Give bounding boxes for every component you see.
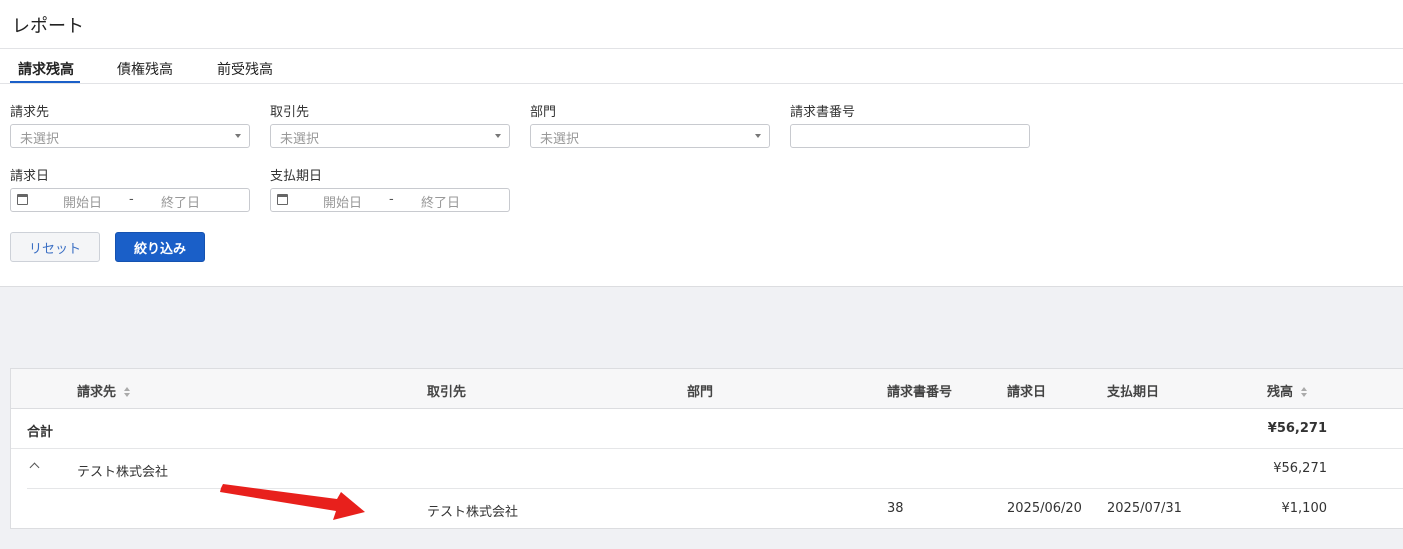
reset-button[interactable]: リセット <box>10 232 100 262</box>
billing-to-select[interactable]: 未選択 <box>10 124 250 148</box>
tab-bar: 請求残高 債権残高 前受残高 <box>0 49 1403 84</box>
due-date-range[interactable]: 開始日 - 終了日 <box>270 188 510 212</box>
sort-icon[interactable] <box>1301 387 1308 398</box>
calendar-icon <box>277 194 288 205</box>
active-tab-indicator <box>10 81 80 83</box>
total-balance: ¥56,271 <box>1267 421 1327 436</box>
filter-panel: レポート 請求残高 債権残高 前受残高 請求先 未選択 取引先 未選択 部門 未… <box>0 0 1403 287</box>
red-arrow-annotation <box>220 484 365 520</box>
due-date-label: 支払期日 <box>270 169 323 184</box>
date-separator: - <box>129 192 134 207</box>
row-partner: テスト株式会社 <box>427 505 519 520</box>
row-balance: ¥1,100 <box>1281 501 1328 516</box>
tab-advance-balance[interactable]: 前受残高 <box>217 59 273 79</box>
dropdown-caret-icon <box>235 134 241 138</box>
chevron-up-icon[interactable] <box>29 462 40 473</box>
calendar-icon <box>17 194 28 205</box>
row-invoice-number: 38 <box>887 501 904 516</box>
billing-to-value: 未選択 <box>20 132 60 147</box>
invoice-date-end[interactable]: 終了日 <box>161 192 200 211</box>
table-header: 請求先 取引先 部門 請求書番号 請求日 支払期日 残高 <box>11 369 1403 409</box>
dropdown-caret-icon <box>495 134 501 138</box>
partner-select[interactable]: 未選択 <box>270 124 510 148</box>
department-value: 未選択 <box>540 132 580 147</box>
invoice-date-label: 請求日 <box>10 169 50 184</box>
invoice-date-range[interactable]: 開始日 - 終了日 <box>10 188 250 212</box>
column-header-balance[interactable]: 残高 <box>1267 381 1308 400</box>
due-date-end[interactable]: 終了日 <box>421 192 460 211</box>
department-label: 部門 <box>530 105 557 120</box>
column-header-partner: 取引先 <box>427 385 467 400</box>
column-header-due-date: 支払期日 <box>1107 385 1160 400</box>
column-label: 請求先 <box>77 385 117 400</box>
column-label: 残高 <box>1267 385 1294 400</box>
invoice-number-input[interactable] <box>790 124 1030 148</box>
total-row: 合計 ¥56,271 <box>11 409 1403 449</box>
department-select[interactable]: 未選択 <box>530 124 770 148</box>
column-header-invoice-date: 請求日 <box>1007 385 1047 400</box>
group-balance: ¥56,271 <box>1273 461 1327 476</box>
filter-button[interactable]: 絞り込み <box>115 232 205 262</box>
invoice-number-label: 請求書番号 <box>790 105 856 120</box>
tab-receivable-balance[interactable]: 債権残高 <box>117 59 173 79</box>
row-due-date: 2025/07/31 <box>1107 501 1182 516</box>
invoice-date-start[interactable]: 開始日 <box>63 192 102 211</box>
row-invoice-date: 2025/06/20 <box>1007 501 1082 516</box>
due-date-start[interactable]: 開始日 <box>323 192 362 211</box>
date-separator: - <box>389 192 394 207</box>
group-billing-to: テスト株式会社 <box>77 465 169 480</box>
column-header-department: 部門 <box>687 385 714 400</box>
sort-icon[interactable] <box>124 387 131 398</box>
column-header-billing-to[interactable]: 請求先 <box>77 381 131 400</box>
column-header-invoice-number: 請求書番号 <box>887 385 953 400</box>
partner-value: 未選択 <box>280 132 320 147</box>
partner-label: 取引先 <box>270 105 310 120</box>
billing-to-label: 請求先 <box>10 105 50 120</box>
tab-billing-balance[interactable]: 請求残高 <box>18 59 74 79</box>
total-label: 合計 <box>27 425 54 440</box>
dropdown-caret-icon <box>755 134 761 138</box>
page-title: レポート <box>12 16 84 37</box>
